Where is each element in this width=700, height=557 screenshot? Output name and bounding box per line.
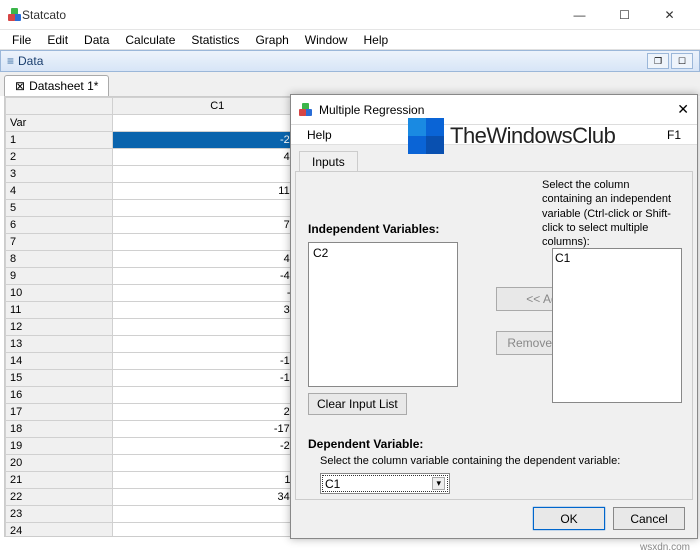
dependent-variable-section: Dependent Variable: Select the column va… <box>308 437 680 494</box>
maximize-button[interactable]: ☐ <box>602 0 647 30</box>
menubar: File Edit Data Calculate Statistics Grap… <box>0 30 700 50</box>
row-header[interactable]: 22 <box>6 489 113 506</box>
iv-item[interactable]: C2 <box>311 245 455 261</box>
ok-button[interactable]: OK <box>533 507 605 530</box>
dv-dropdown[interactable]: C1 ▾ <box>320 473 450 494</box>
row-header[interactable]: 10 <box>6 285 113 302</box>
row-header[interactable]: 16 <box>6 387 113 404</box>
chevron-down-icon[interactable]: ▾ <box>432 477 445 490</box>
dialog-menubar: Help F1 <box>291 125 697 145</box>
row-header[interactable]: 7 <box>6 234 113 251</box>
dialog-close-button[interactable]: ✕ <box>649 101 689 118</box>
row-header[interactable]: 8 <box>6 251 113 268</box>
row-header[interactable]: 12 <box>6 319 113 336</box>
window-controls: — ☐ ✕ <box>557 0 692 30</box>
menu-help[interactable]: Help <box>355 31 396 49</box>
tab-label: Datasheet 1* <box>29 79 98 93</box>
row-header[interactable]: 1 <box>6 132 113 149</box>
dialog-title: Multiple Regression <box>319 103 649 117</box>
row-header[interactable]: 19 <box>6 438 113 455</box>
dialog-panel: Independent Variables: C2 Clear Input Li… <box>295 171 693 500</box>
iv-listbox[interactable]: C2 <box>308 242 458 387</box>
dv-instruction: Select the column variable containing th… <box>320 455 680 467</box>
titlebar: Statcato — ☐ ✕ <box>0 0 700 30</box>
app-icon <box>8 8 22 22</box>
data-icon: ≡ <box>7 54 14 68</box>
data-panel-header: ≡ Data ❐ ☐ <box>0 50 700 72</box>
menu-edit[interactable]: Edit <box>39 31 76 49</box>
dialog-body: Inputs Independent Variables: C2 Clear I… <box>291 145 697 538</box>
menu-file[interactable]: File <box>4 31 39 49</box>
menu-statistics[interactable]: Statistics <box>183 31 247 49</box>
row-header[interactable]: 20 <box>6 455 113 472</box>
tab-datasheet-1[interactable]: ⊠ Datasheet 1* <box>4 75 109 96</box>
data-panel-title: Data <box>18 54 645 68</box>
row-header[interactable]: 17 <box>6 404 113 421</box>
row-header[interactable]: 2 <box>6 149 113 166</box>
dialog-menu-f1: F1 <box>659 126 689 144</box>
footer-url: wsxdn.com <box>640 542 690 553</box>
dialog-titlebar[interactable]: Multiple Regression ✕ <box>291 95 697 125</box>
column-listbox[interactable]: C1 <box>552 248 682 403</box>
dv-value: C1 <box>325 477 432 491</box>
row-header[interactable]: 13 <box>6 336 113 353</box>
app-title: Statcato <box>22 8 557 22</box>
row-header[interactable]: 15 <box>6 370 113 387</box>
dialog-icon <box>299 103 313 117</box>
row-header[interactable]: 9 <box>6 268 113 285</box>
tab-close-icon[interactable]: ⊠ <box>15 79 25 93</box>
cancel-button[interactable]: Cancel <box>613 507 685 530</box>
column-item[interactable]: C1 <box>555 251 679 265</box>
select-column-instruction: Select the column containing an independ… <box>542 178 682 249</box>
multiple-regression-dialog: Multiple Regression ✕ Help F1 Inputs Ind… <box>290 94 698 539</box>
row-header[interactable]: 21 <box>6 472 113 489</box>
row-header[interactable]: 14 <box>6 353 113 370</box>
dialog-menu-help[interactable]: Help <box>299 126 340 144</box>
panel-maximize-button[interactable]: ☐ <box>671 53 693 69</box>
row-header[interactable]: 11 <box>6 302 113 319</box>
dialog-buttons: OK Cancel <box>533 507 685 530</box>
row-header[interactable]: 23 <box>6 506 113 523</box>
corner-cell[interactable] <box>6 98 113 115</box>
minimize-button[interactable]: — <box>557 0 602 30</box>
row-header[interactable]: 18 <box>6 421 113 438</box>
tab-strip: ⊠ Datasheet 1* <box>0 72 700 96</box>
row-header[interactable]: 5 <box>6 200 113 217</box>
row-header[interactable]: 4 <box>6 183 113 200</box>
row-header[interactable]: 24 <box>6 523 113 538</box>
dialog-tab-inputs[interactable]: Inputs <box>299 151 358 172</box>
row-header[interactable]: 3 <box>6 166 113 183</box>
close-button[interactable]: ✕ <box>647 0 692 30</box>
row-header[interactable]: 6 <box>6 217 113 234</box>
var-row-header[interactable]: Var <box>6 115 113 132</box>
dv-label: Dependent Variable: <box>308 437 680 451</box>
menu-window[interactable]: Window <box>297 31 356 49</box>
menu-graph[interactable]: Graph <box>247 31 296 49</box>
menu-data[interactable]: Data <box>76 31 117 49</box>
panel-restore-button[interactable]: ❐ <box>647 53 669 69</box>
clear-input-list-button[interactable]: Clear Input List <box>308 393 407 415</box>
menu-calculate[interactable]: Calculate <box>117 31 183 49</box>
